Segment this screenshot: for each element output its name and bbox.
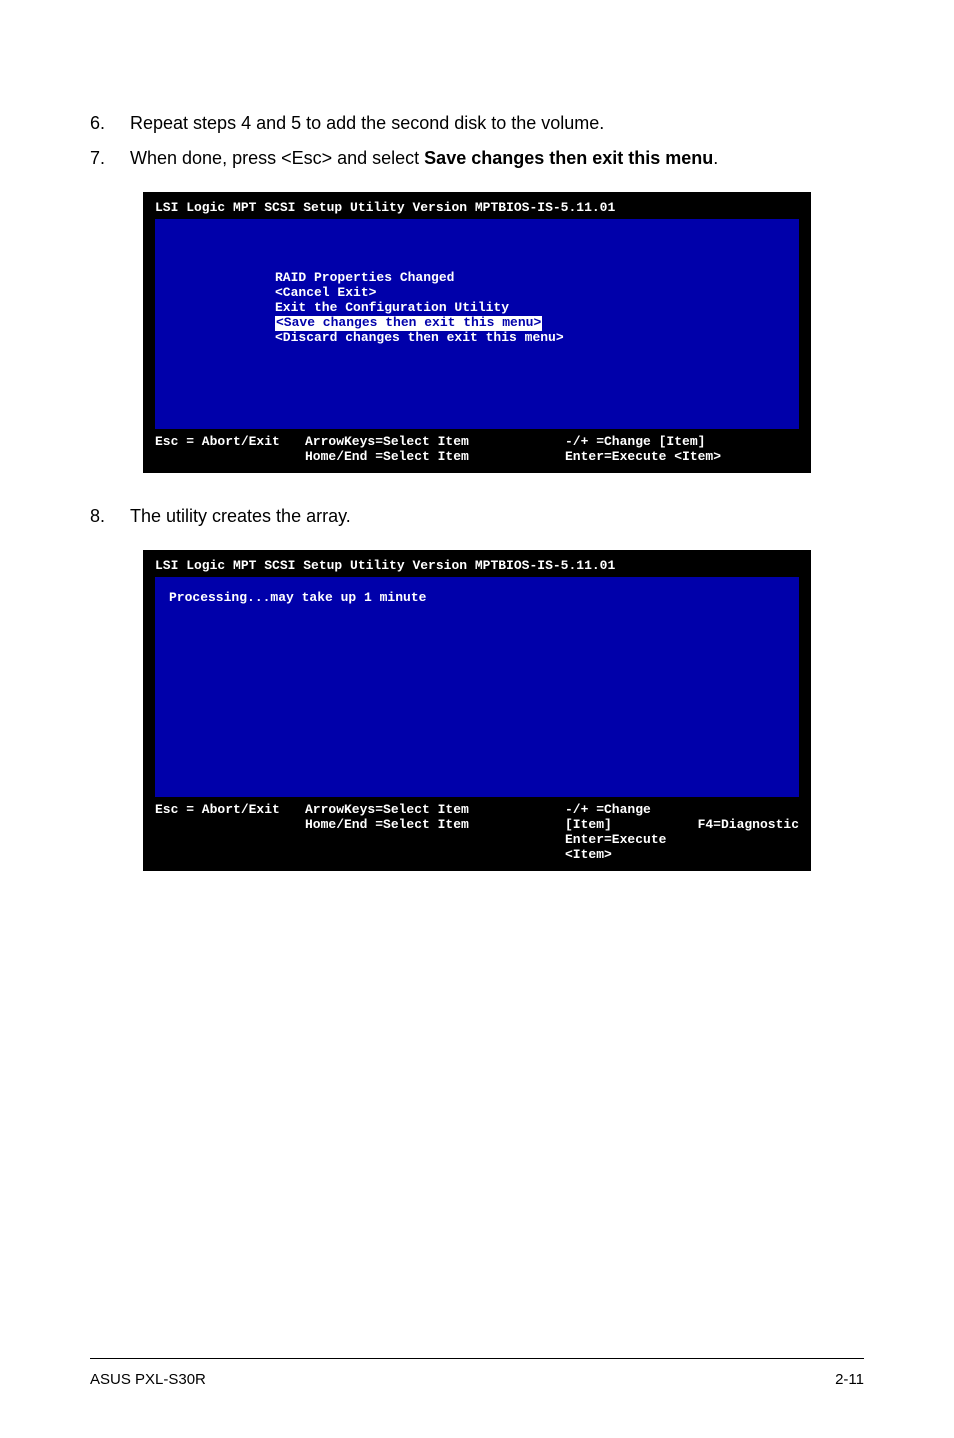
bios-header: LSI Logic MPT SCSI Setup Utility Version…	[155, 200, 799, 215]
footer-enter: Enter=Execute <Item>	[565, 833, 698, 863]
footer-arrows: ArrowKeys=Select Item Home/End =Select I…	[305, 435, 565, 465]
bios-title-line: RAID Properties Changed	[275, 271, 787, 286]
footer-enter: Enter=Execute <Item>	[565, 450, 799, 465]
bios-header: LSI Logic MPT SCSI Setup Utility Version…	[155, 558, 799, 573]
bios-body: Processing...may take up 1 minute	[155, 577, 799, 797]
step-text: Repeat steps 4 and 5 to add the second d…	[130, 110, 864, 137]
footer-arrow-1: ArrowKeys=Select Item	[305, 435, 565, 450]
footer-change: -/+ =Change [Item]	[565, 435, 799, 450]
bios-footer: Esc = Abort/Exit ArrowKeys=Select Item H…	[155, 803, 799, 863]
step-number: 8.	[90, 503, 130, 530]
step-7: 7. When done, press <Esc> and select Sav…	[90, 145, 864, 172]
step-text: The utility creates the array.	[130, 503, 864, 530]
footer-esc: Esc = Abort/Exit	[155, 803, 305, 863]
bios-footer: Esc = Abort/Exit ArrowKeys=Select Item H…	[155, 435, 799, 465]
footer-arrow-2: Home/End =Select Item	[305, 450, 565, 465]
footer-change: -/+ =Change [Item]	[565, 803, 698, 833]
footer-arrow-2: Home/End =Select Item	[305, 818, 565, 833]
bios-body: RAID Properties Changed <Cancel Exit> Ex…	[155, 219, 799, 429]
footer-esc: Esc = Abort/Exit	[155, 435, 305, 465]
step-8: 8. The utility creates the array.	[90, 503, 864, 530]
footer-arrow-1: ArrowKeys=Select Item	[305, 803, 565, 818]
menu-save-changes[interactable]: <Save changes then exit this menu>	[275, 316, 787, 331]
menu-exit-config[interactable]: Exit the Configuration Utility	[275, 301, 787, 316]
footer-arrows: ArrowKeys=Select Item Home/End =Select I…	[305, 803, 565, 863]
footer-f4: F4=Diagnostic	[698, 818, 799, 833]
page-footer: ASUS PXL-S30R 2-11	[90, 1358, 864, 1388]
step-text: When done, press <Esc> and select Save c…	[130, 145, 864, 172]
footer-page-number: 2-11	[835, 1371, 864, 1388]
step-text-bold: Save changes then exit this menu	[424, 148, 713, 168]
step-number: 7.	[90, 145, 130, 172]
bios-screenshot-2: LSI Logic MPT SCSI Setup Utility Version…	[143, 550, 811, 871]
menu-discard-changes[interactable]: <Discard changes then exit this menu>	[275, 331, 787, 346]
bios-screenshot-1: LSI Logic MPT SCSI Setup Utility Version…	[143, 192, 811, 473]
step-number: 6.	[90, 110, 130, 137]
step-text-part-c: .	[713, 148, 718, 168]
footer-product: ASUS PXL-S30R	[90, 1371, 206, 1388]
step-text-part-a: When done, press <Esc> and select	[130, 148, 424, 168]
step-6: 6. Repeat steps 4 and 5 to add the secon…	[90, 110, 864, 137]
selected-menu-item: <Save changes then exit this menu>	[275, 316, 542, 331]
menu-cancel-exit[interactable]: <Cancel Exit>	[275, 286, 787, 301]
footer-diag: F4=Diagnostic	[698, 803, 799, 863]
bios-menu: RAID Properties Changed <Cancel Exit> Ex…	[167, 229, 787, 346]
processing-text: Processing...may take up 1 minute	[169, 591, 785, 606]
footer-change-enter: -/+ =Change [Item] Enter=Execute <Item>	[565, 435, 799, 465]
footer-change-enter: -/+ =Change [Item] Enter=Execute <Item>	[565, 803, 698, 863]
